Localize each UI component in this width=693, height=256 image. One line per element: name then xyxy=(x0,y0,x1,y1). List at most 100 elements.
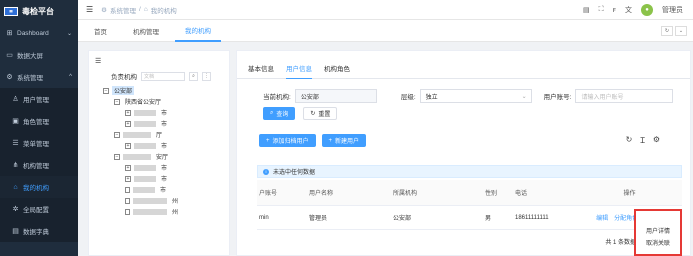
tree-node[interactable]: + 市 xyxy=(103,118,229,129)
fullscreen-icon[interactable]: ⛶ xyxy=(599,6,604,14)
sidebar-item-dict[interactable]: ▤ 数据字典 xyxy=(0,220,78,242)
sidebar-item-label: 菜单管理 xyxy=(23,141,49,148)
col-account: 户账号 xyxy=(259,191,278,197)
org-label: 当前机构: xyxy=(263,94,291,101)
menu-item-user-detail[interactable]: 用户详情 xyxy=(636,224,680,236)
sidebar-item-label: 用户管理 xyxy=(23,97,49,104)
sidebar-item-system[interactable]: ⚙ 系统管理 ^ xyxy=(0,66,78,88)
chevron-down-icon: ⌄ xyxy=(66,30,72,37)
tree-node[interactable]: + 市 xyxy=(103,140,229,151)
tags-bar: 首页 机构管理 我的机构 ↻ ⌄ xyxy=(78,20,693,42)
collapse-node-icon[interactable]: − xyxy=(114,131,120,138)
tree-node[interactable]: + 市 xyxy=(103,162,229,173)
tag-org-manage[interactable]: 机构管理 xyxy=(123,20,169,42)
font-size-icon[interactable]: ꜰ xyxy=(613,6,616,14)
refresh-icon[interactable]: ↻ xyxy=(626,135,633,146)
tree-search-input[interactable]: 文档 xyxy=(141,71,185,81)
tree-node-label: 安厅 xyxy=(156,155,169,161)
tree-node[interactable]: 州 xyxy=(103,195,229,206)
tree-node-label: 市 xyxy=(161,144,168,150)
table-header: 户账号 用户名称 所属机构 性别 电话 操作 xyxy=(257,180,682,206)
sidebar-item-config[interactable]: ✲ 全局配置 xyxy=(0,198,78,220)
collapse-node-icon[interactable]: − xyxy=(103,87,109,94)
settings-icon[interactable]: ⚙ xyxy=(653,135,660,146)
column-height-icon[interactable]: Ɪ xyxy=(640,135,644,146)
search-icon[interactable]: ⌕ xyxy=(189,71,198,81)
tab-basic-info[interactable]: 基本信息 xyxy=(248,63,274,79)
chevron-down-icon[interactable]: ⌄ xyxy=(675,25,687,36)
logo-text: 毒检平台 xyxy=(22,6,54,16)
sidebar-item-roles[interactable]: ▣ 角色管理 xyxy=(0,110,78,132)
user-icon: ♙ xyxy=(12,96,19,103)
more-vertical-icon[interactable]: ⋮ xyxy=(202,71,211,81)
tree-node[interactable]: + 市 xyxy=(103,107,229,118)
tab-org-roles[interactable]: 机构角色 xyxy=(324,63,350,79)
level-select[interactable]: 独立 ⌄ xyxy=(419,89,532,103)
expand-node-icon[interactable]: + xyxy=(125,109,131,116)
tag-my-org[interactable]: 我的机构 xyxy=(175,20,221,42)
file-icon[interactable] xyxy=(125,197,130,204)
redacted-text xyxy=(123,153,151,160)
tab-user-info[interactable]: 用户信息 xyxy=(286,63,312,79)
edit-link[interactable]: 编辑 xyxy=(596,213,608,222)
action-bar: + 添加归档用户 + 新建用户 ↻ Ɪ ⚙ xyxy=(237,120,690,147)
account-input[interactable]: 请输入用户账号 xyxy=(575,89,674,103)
breadcrumb: ⚙ 系统管理 / ⌂ 我的机构 xyxy=(101,5,177,15)
filter-buttons: ⌕ 查询 ↻ 重置 xyxy=(237,103,690,120)
collapse-node-icon[interactable]: − xyxy=(114,98,120,105)
search-icon: ⌕ xyxy=(270,110,274,116)
file-icon[interactable] xyxy=(125,186,130,193)
new-user-button[interactable]: + 新建用户 xyxy=(321,134,367,147)
collapse-icon[interactable]: ☰ xyxy=(89,51,229,65)
refresh-icon: ↻ xyxy=(310,111,316,117)
sidebar-item-dashboard[interactable]: ⊞ Dashboard ⌄ xyxy=(0,22,78,44)
tree-node[interactable]: − 厅 xyxy=(103,129,229,140)
tree-node[interactable]: − 陕西省公安厅 xyxy=(103,96,229,107)
redacted-text xyxy=(133,186,155,193)
add-archived-user-button[interactable]: + 添加归档用户 xyxy=(259,134,316,147)
avatar[interactable]: ● xyxy=(641,3,653,16)
col-org: 所属机构 xyxy=(393,191,418,197)
expand-node-icon[interactable]: + xyxy=(125,120,131,127)
tree-node[interactable]: 州 xyxy=(103,206,229,217)
tree-node[interactable]: − 公安部 xyxy=(103,85,229,96)
redacted-text xyxy=(134,142,156,149)
sidebar-item-screen[interactable]: ▭ 数据大屏 xyxy=(0,44,78,66)
tags-controls: ↻ ⌄ xyxy=(661,25,687,36)
tree-header: 负责机构 文档 ⌕ ⋮ xyxy=(89,65,229,81)
user-name[interactable]: 管理员 xyxy=(662,5,683,15)
search-button[interactable]: ⌕ 查询 xyxy=(263,107,296,120)
breadcrumb-item[interactable]: 系统管理 xyxy=(110,5,136,15)
file-icon[interactable] xyxy=(125,208,130,215)
gear-icon: ⚙ xyxy=(101,6,107,14)
tree-node[interactable]: 市 xyxy=(103,184,229,195)
chevron-down-icon: ⌄ xyxy=(521,93,527,100)
settings-icon: ✲ xyxy=(12,206,19,213)
redacted-text xyxy=(134,164,156,171)
add-archived-user-label: 添加归档用户 xyxy=(272,139,309,145)
hamburger-icon[interactable]: ☰ xyxy=(86,5,93,14)
doc-icon[interactable]: ▤ xyxy=(583,6,590,14)
cell-name: 管理员 xyxy=(309,216,328,222)
detail-tabs: 基本信息 用户信息 机构角色 xyxy=(237,51,690,79)
tree-node[interactable]: + 市 xyxy=(103,173,229,184)
sidebar-item-orgs[interactable]: ⋔ 机构管理 xyxy=(0,154,78,176)
reset-button[interactable]: ↻ 重置 xyxy=(303,107,338,120)
tree-node[interactable]: − 安厅 xyxy=(103,151,229,162)
org-field: 公安部 xyxy=(294,89,377,103)
collapse-node-icon[interactable]: − xyxy=(114,153,120,160)
refresh-icon[interactable]: ↻ xyxy=(661,25,673,36)
sidebar-item-my-org[interactable]: ⌂ 我的机构 xyxy=(0,176,78,198)
sidebar-item-menus[interactable]: ☰ 菜单管理 xyxy=(0,132,78,154)
sidebar-item-label: 机构管理 xyxy=(23,163,49,170)
menu-item-unlink[interactable]: 取消关联 xyxy=(636,236,680,248)
expand-node-icon[interactable]: + xyxy=(125,164,131,171)
sidebar-item-users[interactable]: ♙ 用户管理 xyxy=(0,88,78,110)
translate-icon[interactable]: 文 xyxy=(625,5,632,15)
table-row: min 管理员 公安部 男 18611111111 编辑 分配角色 更多 ⌄ xyxy=(257,206,682,230)
expand-node-icon[interactable]: + xyxy=(125,142,131,149)
cell-gender: 男 xyxy=(485,216,492,222)
tag-home[interactable]: 首页 xyxy=(84,20,117,42)
expand-node-icon[interactable]: + xyxy=(125,175,131,182)
col-actions: 操作 xyxy=(623,191,636,197)
